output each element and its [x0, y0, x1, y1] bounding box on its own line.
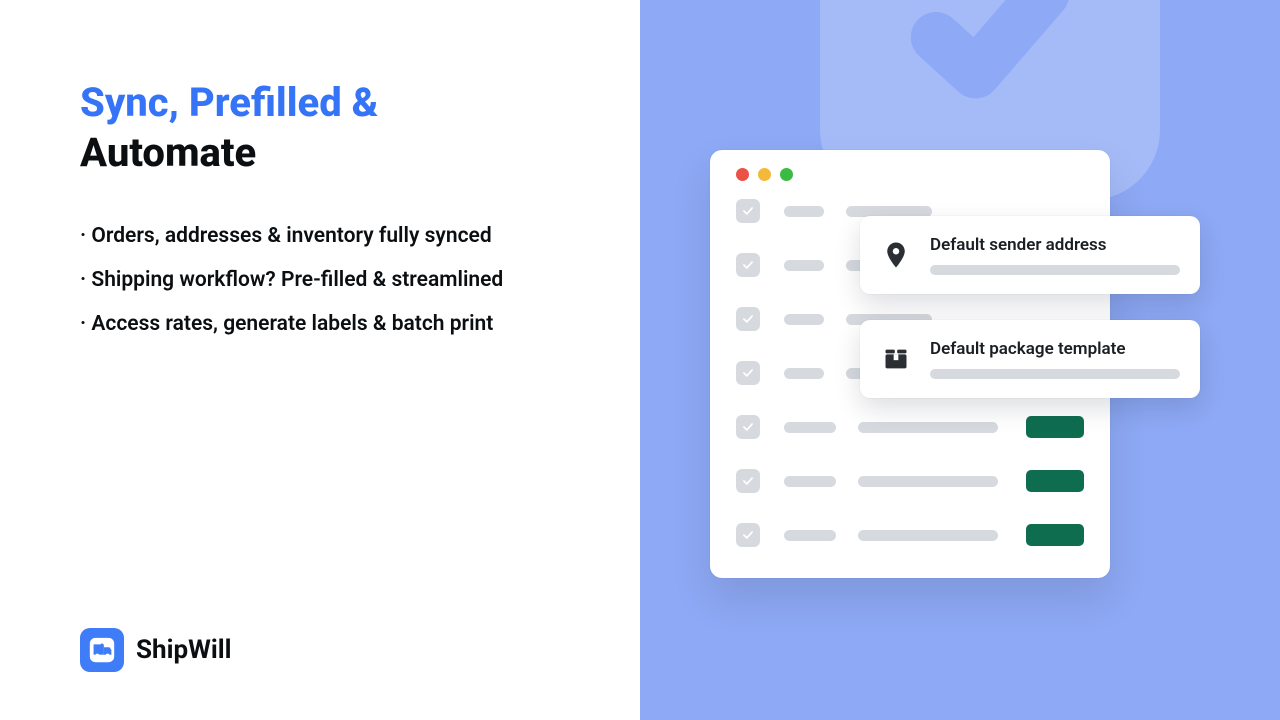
placeholder-bar	[784, 530, 836, 541]
hero-copy: Sync, Prefilled & Automate Orders, addre…	[80, 80, 620, 356]
headline-line2: Automate	[80, 130, 620, 176]
checkbox-icon	[736, 253, 760, 277]
placeholder-bar	[858, 422, 998, 433]
callout-title: Default package template	[930, 339, 1180, 359]
placeholder-bar	[858, 530, 998, 541]
checkbox-icon	[736, 307, 760, 331]
placeholder-bar	[846, 206, 932, 217]
checkbox-icon	[736, 361, 760, 385]
close-icon	[736, 168, 749, 181]
placeholder-bar	[784, 476, 836, 487]
headline-line1: Sync, Prefilled &	[80, 80, 620, 126]
placeholder-bar	[784, 368, 824, 379]
maximize-icon	[780, 168, 793, 181]
brand-block: ShipWill	[80, 628, 231, 672]
brand-name: ShipWill	[136, 635, 231, 665]
placeholder-bar	[784, 260, 824, 271]
checkbox-icon	[736, 415, 760, 439]
list-row	[736, 469, 1084, 493]
callout-default-package: Default package template	[860, 320, 1200, 398]
feature-bullet: Shipping workflow? Pre-filled & streamli…	[80, 268, 620, 292]
feature-bullets: Orders, addresses & inventory fully sync…	[80, 224, 620, 336]
feature-bullet: Orders, addresses & inventory fully sync…	[80, 224, 620, 248]
placeholder-bar	[858, 476, 998, 487]
list-row	[736, 523, 1084, 547]
checkbox-icon	[736, 523, 760, 547]
checkbox-icon	[736, 469, 760, 493]
checkbox-icon	[736, 199, 760, 223]
placeholder-bar	[784, 206, 824, 217]
placeholder-bar	[930, 265, 1180, 275]
minimize-icon	[758, 168, 771, 181]
map-pin-icon	[876, 235, 916, 275]
package-icon	[876, 339, 916, 379]
placeholder-bar	[784, 422, 836, 433]
callout-title: Default sender address	[930, 235, 1180, 255]
callout-default-sender: Default sender address	[860, 216, 1200, 294]
status-tag	[1026, 470, 1084, 492]
status-tag	[1026, 524, 1084, 546]
placeholder-bar	[930, 369, 1180, 379]
status-tag	[1026, 416, 1084, 438]
list-row	[736, 415, 1084, 439]
window-traffic-lights	[736, 168, 1084, 181]
feature-bullet: Access rates, generate labels & batch pr…	[80, 312, 620, 336]
brand-logo	[80, 628, 124, 672]
placeholder-bar	[784, 314, 824, 325]
